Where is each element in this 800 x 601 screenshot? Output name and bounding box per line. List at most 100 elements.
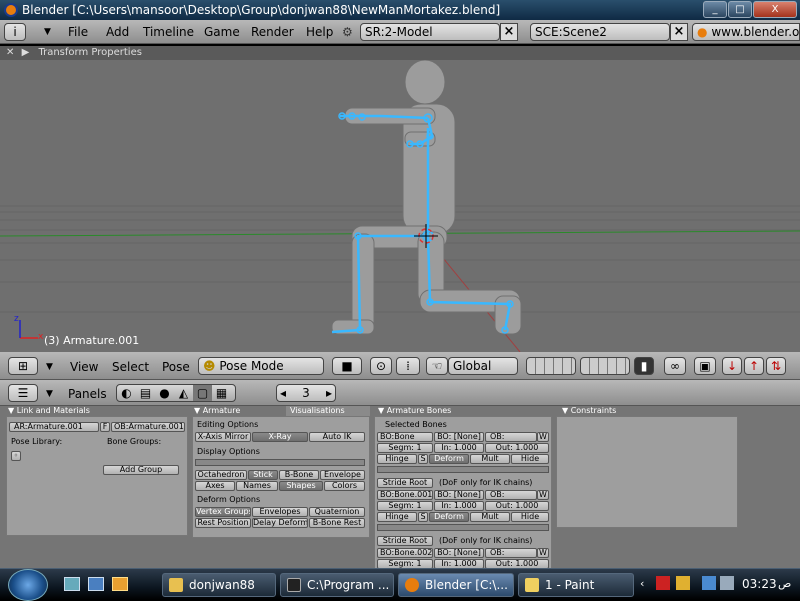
bone-segments-field[interactable]: Segm: 1 [377, 559, 433, 568]
quaternion-button[interactable]: Quaternion [309, 507, 365, 517]
show-desktop-icon[interactable] [64, 577, 80, 591]
menu-file[interactable]: File [68, 23, 88, 41]
blender-org-link[interactable]: ● www.blender.org [692, 23, 800, 41]
stick-button[interactable]: Stick [248, 470, 278, 480]
bone-name-field[interactable]: BO:Bone.001 [377, 490, 433, 500]
expand-panel-icon[interactable]: ▶ [22, 47, 30, 58]
task-blender[interactable]: Blender [C:\... [398, 573, 514, 597]
bone-hide-button[interactable]: Hide [511, 454, 549, 464]
bone-mult-button[interactable]: Mult [470, 512, 510, 522]
colors-button[interactable]: Colors [324, 481, 365, 491]
bbone-button[interactable]: B-Bone [279, 470, 319, 480]
task-paint[interactable]: 1 - Paint [518, 573, 634, 597]
task-command-prompt[interactable]: C:\Program ... [280, 573, 394, 597]
rest-position-button[interactable]: Rest Position [195, 518, 251, 528]
menu-select[interactable]: Select [112, 358, 149, 376]
bone-hinge-button[interactable]: Hinge [377, 512, 417, 522]
security-alert-icon[interactable] [656, 576, 670, 590]
layer-buttons-group-1[interactable] [526, 357, 576, 375]
add-group-button[interactable]: Add Group [103, 465, 179, 475]
bone-parent-field[interactable]: BO: [None] [434, 432, 484, 442]
bone-object-field[interactable]: OB: [485, 432, 537, 442]
editing-tab-icon[interactable]: ▢ [193, 385, 212, 401]
delay-deform-button[interactable]: Delay Deform [252, 518, 308, 528]
object-datablock[interactable]: OB:Armature.001 [111, 422, 185, 432]
shading-tab-icon[interactable]: ● [155, 385, 174, 401]
transform-properties-bar[interactable]: ✕ ▶ Transform Properties [0, 46, 800, 60]
context-tabs[interactable]: ◐ ▤ ● ◭ ▢ ▦ [116, 384, 236, 402]
bone-layer-slider[interactable] [377, 524, 549, 531]
bone-hide-button[interactable]: Hide [511, 512, 549, 522]
envelopes-button[interactable]: Envelopes [252, 507, 308, 517]
delete-screen-icon[interactable]: × [500, 23, 518, 41]
layer-slider[interactable] [195, 459, 365, 466]
bone-object-field[interactable]: OB: [485, 490, 537, 500]
link-icon[interactable]: ∞ [664, 357, 686, 375]
axes-button[interactable]: Axes [195, 481, 235, 491]
screen-browse-icon[interactable]: ⚙ [342, 23, 353, 41]
bone-segments-field[interactable]: Segm: 1 [377, 501, 433, 511]
info-window-type-icon[interactable]: i [4, 23, 26, 41]
collapse-viewport-menu-icon[interactable]: ▼ [46, 358, 53, 376]
tray-app-icon[interactable] [676, 576, 690, 590]
orientation-selector[interactable]: Global [448, 357, 518, 375]
volume-icon[interactable] [720, 576, 734, 590]
menu-game[interactable]: Game [204, 23, 240, 41]
minimize-button[interactable]: _ [703, 1, 727, 18]
bone-object-field[interactable]: OB: [485, 548, 537, 558]
panels-label[interactable]: Panels [68, 385, 107, 403]
task-folder[interactable]: donjwan88 [162, 573, 276, 597]
copy-pose-icon[interactable]: ↓ [722, 357, 742, 375]
close-panel-icon[interactable]: ✕ [6, 47, 14, 58]
envelope-button[interactable]: Envelope [320, 470, 365, 480]
collapse-buttons-menu-icon[interactable]: ▼ [46, 385, 53, 403]
menu-timeline[interactable]: Timeline [143, 23, 194, 41]
octahedron-button[interactable]: Octahedron [195, 470, 247, 480]
bone-parent-field[interactable]: BO: [None] [434, 490, 484, 500]
armature-datablock[interactable]: AR:Armature.001 [9, 422, 99, 432]
scene-selector[interactable]: SCE:Scene2 [530, 23, 670, 41]
vertex-groups-button[interactable]: Vertex Groups [195, 507, 251, 517]
clock[interactable]: 03:23 [742, 577, 777, 591]
3d-viewport[interactable]: ✕ ▶ Transform Properties x z (3) Armatur… [0, 46, 800, 352]
armature-tab[interactable]: ▼ Armature [194, 406, 240, 416]
bone-s-button[interactable]: S [418, 512, 428, 522]
bone-w-button[interactable]: W [537, 490, 549, 500]
bone-mult-button[interactable]: Mult [470, 454, 510, 464]
scene-tab-icon[interactable]: ▦ [212, 385, 231, 401]
bone-out-field[interactable]: Out: 1.000 [485, 559, 549, 568]
screen-selector[interactable]: SR:2-Model [360, 23, 500, 41]
visualisations-tab[interactable]: Visualisations [286, 406, 370, 416]
bone-name-field[interactable]: BO:Bone.002 [377, 548, 433, 558]
shapes-button[interactable]: Shapes [279, 481, 323, 491]
pivot-icon[interactable]: ⊙ [370, 357, 392, 375]
bone-hinge-button[interactable]: Hinge [377, 454, 417, 464]
menu-pose[interactable]: Pose [162, 358, 190, 376]
constraints-tab[interactable]: ▼ Constraints [562, 406, 616, 416]
bone-w-button[interactable]: W [537, 548, 549, 558]
switch-windows-icon[interactable] [88, 577, 104, 591]
bbone-rest-button[interactable]: B-Bone Rest [309, 518, 365, 528]
frame-inc-icon[interactable]: ▸ [326, 385, 332, 401]
close-button[interactable]: X [753, 1, 797, 18]
stride-root-button[interactable]: Stride Root [377, 536, 433, 546]
autoik-button[interactable]: Auto IK [309, 432, 365, 442]
viewport-window-type-icon[interactable]: ⊞ [8, 357, 38, 375]
logic-tab-icon[interactable]: ◐ [117, 385, 136, 401]
bone-w-button[interactable]: W [537, 432, 549, 442]
layer-buttons-group-2[interactable] [580, 357, 630, 375]
snap-icon[interactable]: ⁞ [396, 357, 420, 375]
mode-selector[interactable]: ☻ Pose Mode [198, 357, 324, 375]
script-tab-icon[interactable]: ▤ [136, 385, 155, 401]
buttons-window-type-icon[interactable]: ☰ [8, 384, 38, 402]
bone-in-field[interactable]: In: 1.000 [434, 559, 484, 568]
media-player-icon[interactable] [112, 577, 128, 591]
bone-s-button[interactable]: S [418, 454, 428, 464]
lock-layers-icon[interactable]: ▮ [634, 357, 654, 375]
armature-bones-tab[interactable]: ▼ Armature Bones [378, 406, 451, 416]
frame-dec-icon[interactable]: ◂ [280, 385, 286, 401]
bone-deform-button[interactable]: Deform [429, 454, 469, 464]
menu-add[interactable]: Add [106, 23, 129, 41]
bone-in-field[interactable]: In: 1.000 [434, 501, 484, 511]
link-materials-tab[interactable]: ▼ Link and Materials [8, 406, 90, 416]
